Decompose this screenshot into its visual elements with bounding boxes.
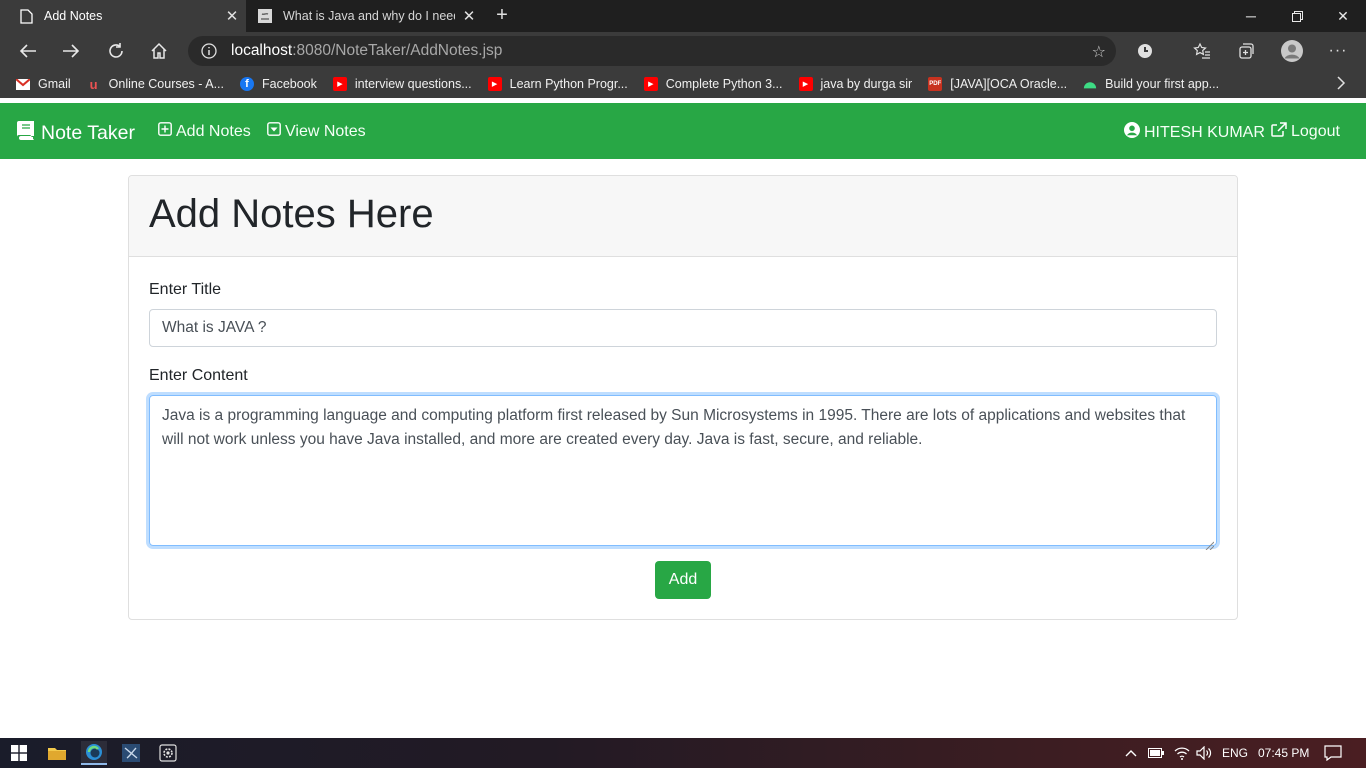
card-header: Add Notes Here xyxy=(129,176,1237,257)
home-icon[interactable] xyxy=(145,37,173,65)
info-icon[interactable] xyxy=(201,43,217,59)
nav-add-notes[interactable]: Add Notes xyxy=(158,122,251,141)
show-hidden-icons[interactable] xyxy=(1125,738,1137,768)
content-textarea-value: Java is a programming language and compu… xyxy=(162,407,1186,448)
plus-square-icon xyxy=(158,122,172,141)
bookmark-label: Gmail xyxy=(38,77,71,91)
page-title: Add Notes Here xyxy=(149,192,434,236)
browser-tab-strip: Add Notes ✕ What is Java and why do I ne… xyxy=(0,0,1366,32)
bookmark-online-courses[interactable]: u Online Courses - A... xyxy=(87,76,224,92)
close-tab-icon[interactable]: ✕ xyxy=(218,7,246,25)
bookmark-java-durga[interactable]: ▶ java by durga sir xyxy=(798,77,913,91)
database-app-icon[interactable] xyxy=(118,741,144,765)
external-link-icon xyxy=(1271,122,1287,142)
caret-square-down-icon xyxy=(267,122,281,141)
pdf-icon: PDF xyxy=(928,77,943,91)
java-favicon-icon xyxy=(257,8,273,24)
bookmark-complete-python[interactable]: ▶ Complete Python 3... xyxy=(643,77,783,91)
bookmark-label: Learn Python Progr... xyxy=(509,77,628,91)
title-input-value: What is JAVA ? xyxy=(162,319,267,336)
page-icon xyxy=(18,8,34,24)
edge-browser-icon[interactable] xyxy=(81,741,107,765)
app-navbar: Note Taker Add Notes View Notes HITESH K… xyxy=(0,103,1366,159)
language-indicator[interactable]: ENG xyxy=(1222,738,1248,768)
book-icon xyxy=(16,120,35,146)
battery-icon[interactable] xyxy=(1148,738,1164,768)
address-bar[interactable]: localhost:8080/NoteTaker/AddNotes.jsp ☆ xyxy=(188,36,1116,66)
youtube-icon: ▶ xyxy=(487,77,502,91)
file-explorer-icon[interactable] xyxy=(44,741,70,765)
logout-link[interactable]: Logout xyxy=(1271,122,1340,142)
bookmark-label: [JAVA][OCA Oracle... xyxy=(950,77,1068,91)
tab-title: What is Java and why do I need i xyxy=(283,9,455,23)
forward-icon[interactable] xyxy=(57,37,85,65)
favorite-star-icon[interactable]: ☆ xyxy=(1092,42,1106,62)
user-name: HITESH KUMAR xyxy=(1144,123,1265,141)
bookmark-label: Complete Python 3... xyxy=(665,77,783,91)
tab-what-is-java[interactable]: What is Java and why do I need i ✕ xyxy=(247,0,483,32)
back-icon[interactable] xyxy=(14,37,42,65)
close-window-icon[interactable]: ✕ xyxy=(1320,0,1366,32)
url-host: localhost xyxy=(231,42,293,59)
add-button[interactable]: Add xyxy=(655,561,711,599)
gmail-icon xyxy=(16,77,30,91)
bookmarks-bar: Gmail u Online Courses - A... f Facebook… xyxy=(0,70,1366,98)
nav-add-notes-label: Add Notes xyxy=(176,122,251,140)
chevron-right-icon[interactable] xyxy=(1337,76,1346,93)
brand-link[interactable]: Note Taker xyxy=(16,120,135,146)
settings-app-icon[interactable] xyxy=(155,741,181,765)
youtube-icon: ▶ xyxy=(643,77,658,91)
new-tab-icon[interactable]: + xyxy=(490,4,514,28)
resize-grip-icon[interactable] xyxy=(1205,534,1215,551)
bookmark-label: Build your first app... xyxy=(1105,77,1220,91)
wifi-icon[interactable] xyxy=(1174,738,1190,768)
user-circle-icon xyxy=(1124,122,1140,143)
title-label: Enter Title xyxy=(149,281,222,298)
close-tab-icon[interactable]: ✕ xyxy=(455,7,483,25)
udemy-icon: u xyxy=(89,76,98,92)
windows-taskbar: ENG 07:45 PM xyxy=(0,738,1366,768)
bookmark-label: java by durga sir xyxy=(820,77,913,91)
bookmark-java-oca[interactable]: PDF [JAVA][OCA Oracle... xyxy=(928,77,1067,91)
bookmark-facebook[interactable]: f Facebook xyxy=(239,77,317,91)
profile-avatar-icon[interactable] xyxy=(1278,37,1306,65)
refresh-icon[interactable] xyxy=(102,37,130,65)
android-icon xyxy=(1083,77,1097,91)
nav-view-notes-label: View Notes xyxy=(285,122,366,140)
user-profile-link[interactable]: HITESH KUMAR xyxy=(1124,122,1265,143)
minimize-icon[interactable]: ─ xyxy=(1228,0,1274,32)
youtube-icon: ▶ xyxy=(332,77,347,91)
bookmark-label: interview questions... xyxy=(354,77,472,91)
bookmark-gmail[interactable]: Gmail xyxy=(16,77,71,91)
nav-view-notes[interactable]: View Notes xyxy=(267,122,366,141)
brand-title: Note Taker xyxy=(41,121,135,144)
logout-label: Logout xyxy=(1291,123,1340,140)
content-label: Enter Content xyxy=(149,367,248,384)
windows-start-icon[interactable] xyxy=(6,741,32,765)
clock[interactable]: 07:45 PM xyxy=(1258,738,1309,768)
tab-title: Add Notes xyxy=(44,9,103,23)
volume-icon[interactable] xyxy=(1196,738,1212,768)
bookmark-interview-questions[interactable]: ▶ interview questions... xyxy=(332,77,472,91)
notifications-icon[interactable] xyxy=(1324,738,1342,768)
browser-toolbar: localhost:8080/NoteTaker/AddNotes.jsp ☆ … xyxy=(0,32,1366,70)
content-textarea[interactable]: Java is a programming language and compu… xyxy=(149,395,1217,551)
url-path: :8080/NoteTaker/AddNotes.jsp xyxy=(292,42,503,59)
add-note-card: Add Notes Here Enter Title What is JAVA … xyxy=(128,175,1238,620)
tab-add-notes[interactable]: Add Notes ✕ xyxy=(0,0,246,32)
more-options-icon[interactable]: ··· xyxy=(1324,37,1352,65)
bookmark-label: Online Courses - A... xyxy=(108,77,224,91)
bookmark-build-first-app[interactable]: Build your first app... xyxy=(1083,77,1219,91)
collections-icon[interactable] xyxy=(1232,37,1260,65)
facebook-icon: f xyxy=(239,77,254,91)
youtube-icon: ▶ xyxy=(798,77,813,91)
bookmark-learn-python[interactable]: ▶ Learn Python Progr... xyxy=(487,77,628,91)
restore-icon[interactable] xyxy=(1274,0,1320,32)
bookmark-label: Facebook xyxy=(261,77,317,91)
title-input[interactable]: What is JAVA ? xyxy=(149,309,1217,347)
extension-icon[interactable] xyxy=(1131,37,1159,65)
favorites-icon[interactable] xyxy=(1188,37,1216,65)
